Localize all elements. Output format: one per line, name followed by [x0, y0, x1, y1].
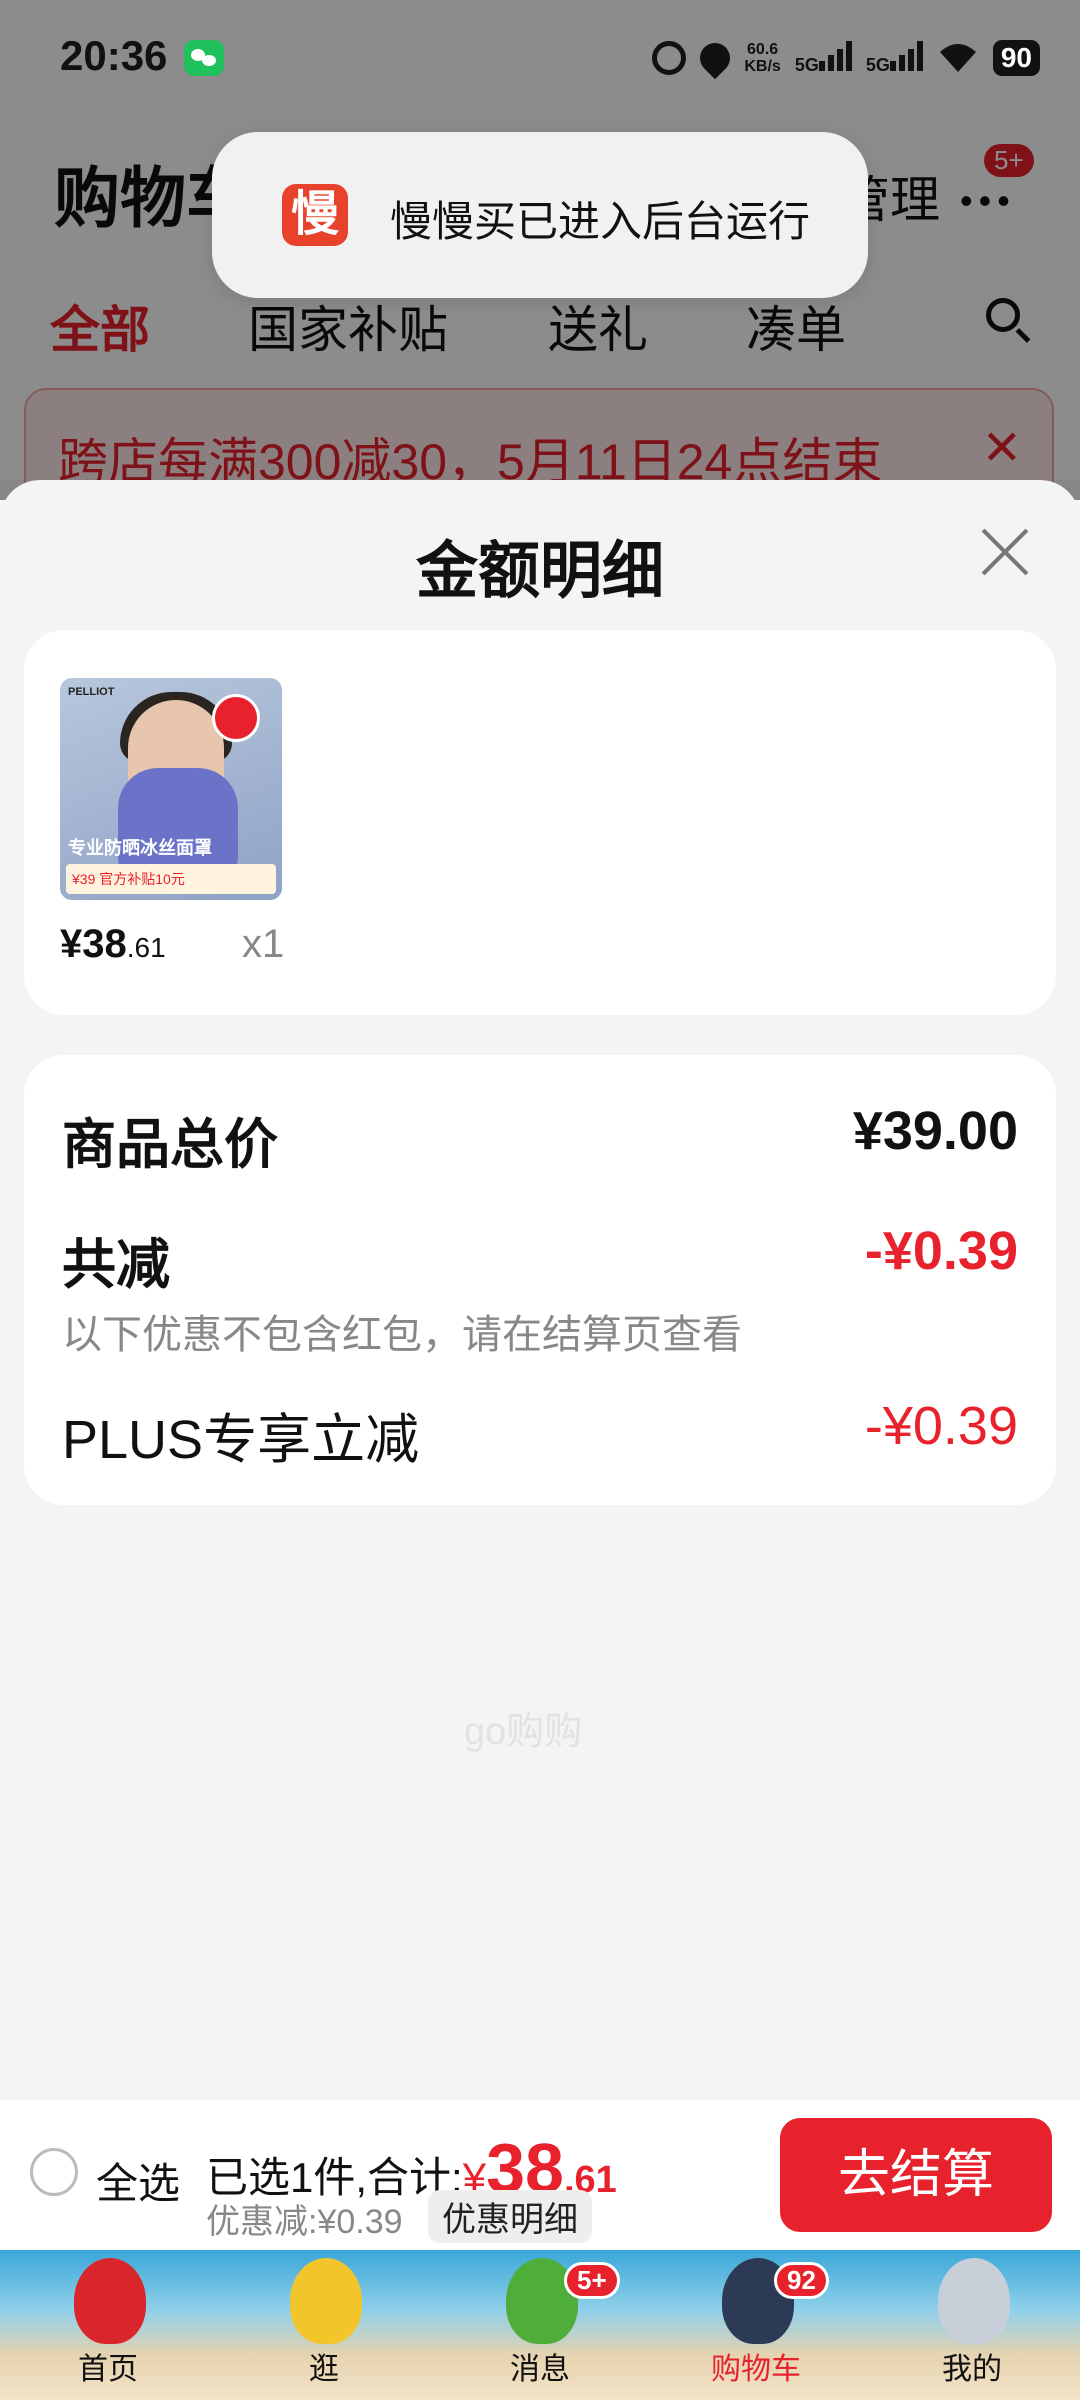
status-bar: 20:36 60.6 KB/s 5G 5G 90	[0, 0, 1080, 120]
cart-badge: 92	[774, 2262, 829, 2299]
sheet-title: 金额明细	[415, 537, 664, 606]
status-time: 20:36	[60, 32, 168, 79]
reduce-note: 以下优惠不包含红包，请在结算页查看	[62, 1313, 742, 1357]
nav-home[interactable]: 首页	[28, 2250, 188, 2400]
plus-discount-value: -¥0.39	[864, 1396, 1018, 1456]
signal-icon: 5G	[866, 40, 923, 76]
grey-bird-icon	[938, 2258, 1010, 2344]
select-all-checkbox[interactable]	[30, 2148, 78, 2196]
brand-logo: PELLIOT	[68, 686, 115, 698]
thumbnail-price-strip: ¥39 官方补贴10元	[66, 864, 276, 894]
nav-messages[interactable]: 5+ 消息	[460, 2250, 620, 2400]
select-all-label[interactable]: 全选	[96, 2150, 180, 2211]
red-bird-icon	[74, 2258, 146, 2344]
nav-label: 我的	[942, 2353, 1002, 2386]
alarm-icon	[652, 41, 687, 75]
thumbnail-art	[118, 768, 238, 878]
total-price-label: 商品总价	[62, 1115, 278, 1175]
reduce-value: -¥0.39	[864, 1221, 1018, 1281]
total-price-value: ¥39.00	[852, 1101, 1018, 1161]
reduce-label: 共减	[62, 1235, 170, 1295]
nav-label: 购物车	[711, 2353, 801, 2386]
nav-mine[interactable]: 我的	[892, 2250, 1052, 2400]
product-quantity: x1	[242, 922, 285, 966]
checkout-bar: 全选 已选1件,合计:¥38.61 优惠减:¥0.39 优惠明细 去结算	[0, 2100, 1080, 2250]
price-summary-card: go购购 商品总价 ¥39.00 共减 -¥0.39 以下优惠不包含红包，请在结…	[24, 1055, 1056, 1753]
nav-label: 首页	[78, 2353, 138, 2386]
background-toast: 慢 慢慢买已进入后台运行	[212, 132, 868, 298]
discount-detail-button[interactable]: 优惠明细	[428, 2190, 592, 2243]
messages-badge: 5+	[564, 2262, 620, 2299]
nav-explore[interactable]: 逛	[244, 2250, 404, 2400]
amount-detail-sheet: 金额明细 PELLIOT 专业防晒冰丝面罩 ¥39 官方补贴10元 ¥38.61…	[0, 480, 1080, 2100]
thumbnail-caption: 专业防晒冰丝面罩	[68, 838, 212, 858]
signal-icon: 5G	[795, 40, 852, 76]
wifi-icon	[939, 44, 976, 72]
net-speed: 60.6 KB/s	[744, 41, 781, 75]
battery-icon: 90	[992, 40, 1040, 76]
nav-label: 逛	[309, 2353, 339, 2386]
watermark: go购购	[464, 1711, 583, 1753]
toast-text: 慢慢买已进入后台运行	[390, 198, 811, 245]
close-icon[interactable]	[980, 528, 1030, 578]
nav-cart[interactable]: 92 购物车	[676, 2250, 836, 2400]
yellow-bird-icon	[290, 2258, 362, 2344]
product-price: ¥38.61	[60, 922, 166, 966]
wechat-icon	[184, 40, 224, 76]
app-icon: 慢	[282, 184, 348, 246]
plus-discount-label: PLUS专享立减	[62, 1410, 420, 1470]
location-icon	[694, 36, 737, 80]
product-card: PELLIOT 专业防晒冰丝面罩 ¥39 官方补贴10元 ¥38.61 x1	[24, 630, 1056, 1015]
check-icon	[212, 694, 260, 742]
discount-text: 优惠减:¥0.39	[206, 2203, 403, 2241]
bottom-nav: 首页 逛 5+ 消息 92 购物车 我的	[0, 2250, 1080, 2400]
product-thumbnail[interactable]: PELLIOT 专业防晒冰丝面罩 ¥39 官方补贴10元	[60, 678, 282, 900]
checkout-button[interactable]: 去结算	[780, 2118, 1052, 2232]
nav-label: 消息	[510, 2353, 570, 2386]
